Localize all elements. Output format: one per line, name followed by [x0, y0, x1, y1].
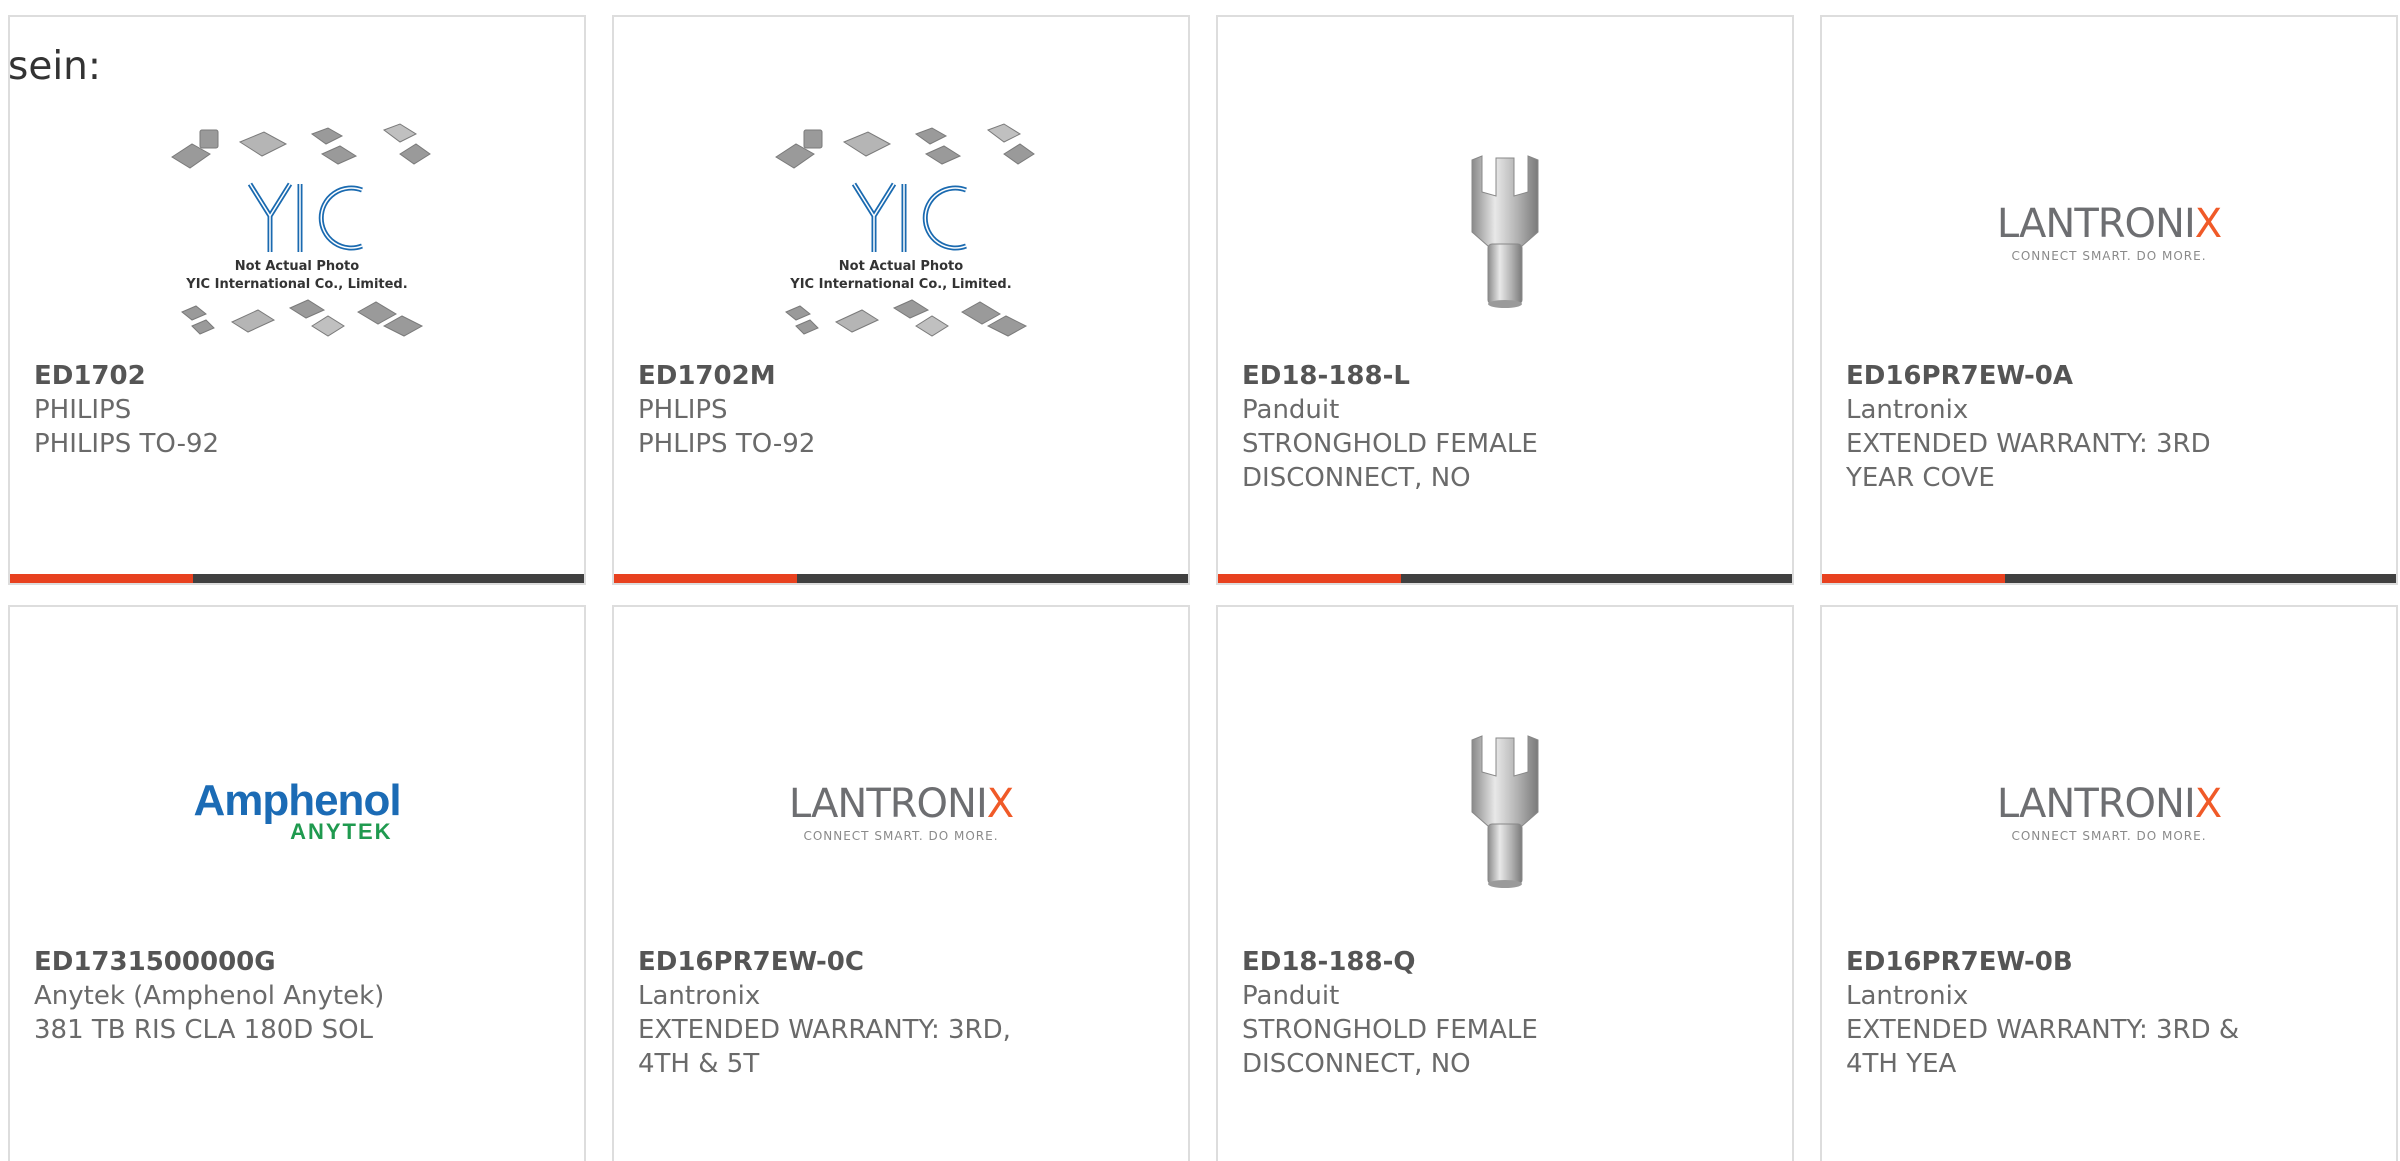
- part-number-link[interactable]: ED16PR7EW-0A: [1846, 359, 2266, 393]
- lantronix-logo: LANTRONIX CONNECT SMART. DO MORE.: [1996, 781, 2222, 843]
- terminal-connector-photo: [1471, 155, 1539, 308]
- lantronix-logo-text: LANTRONIX: [1996, 201, 2222, 247]
- yic-placeholder-image: Not Actual Photo YIC International Co., …: [171, 123, 431, 337]
- accent-fill: [10, 574, 193, 583]
- amphenol-logo-text: Amphenol: [193, 776, 401, 825]
- manufacturer: Lantronix: [1846, 981, 1969, 1011]
- product-image[interactable]: LANTRONIX CONNECT SMART. DO MORE.: [614, 677, 1188, 947]
- product-image[interactable]: LANTRONIX CONNECT SMART. DO MORE.: [1822, 677, 2396, 947]
- intro-text: sein:: [8, 44, 102, 89]
- description-line: EXTENDED WARRANTY: 3RD,: [638, 1015, 1011, 1045]
- description: 381 TB RIS CLA 180D SOL: [34, 1015, 374, 1045]
- lantronix-tagline: CONNECT SMART. DO MORE.: [2011, 829, 2207, 843]
- product-grid-page: sein: Not Actual Photo YIC International…: [0, 0, 2400, 1161]
- product-image[interactable]: LANTRONIX CONNECT SMART. DO MORE.: [1822, 97, 2396, 367]
- description-line: DISCONNECT, NO: [1242, 1049, 1471, 1079]
- part-number-link[interactable]: ED16PR7EW-0C: [638, 945, 1058, 979]
- card-accent-bar: [614, 574, 1188, 583]
- product-card[interactable]: ED18-188-L Panduit STRONGHOLD FEMALE DIS…: [1216, 15, 1794, 585]
- yic-caption-2: YIC International Co., Limited.: [789, 277, 1011, 292]
- product-card[interactable]: LANTRONIX CONNECT SMART. DO MORE. ED16PR…: [1820, 15, 2398, 585]
- description-line: STRONGHOLD FEMALE: [1242, 429, 1538, 459]
- product-info: ED18-188-Q Panduit STRONGHOLD FEMALE DIS…: [1242, 945, 1662, 1081]
- accent-fill: [1822, 574, 2005, 583]
- yic-caption-1: Not Actual Photo: [235, 259, 359, 274]
- lantronix-x-letter: X: [986, 781, 1014, 827]
- lantronix-logo: LANTRONIX CONNECT SMART. DO MORE.: [1996, 201, 2222, 263]
- lantronix-logo-text: LANTRONIX: [1996, 781, 2222, 827]
- manufacturer: Lantronix: [1846, 395, 1969, 425]
- yic-caption-1: Not Actual Photo: [839, 259, 963, 274]
- part-number-link[interactable]: ED1702M: [638, 359, 1058, 393]
- yic-caption-2: YIC International Co., Limited.: [185, 277, 407, 292]
- lantronix-tagline: CONNECT SMART. DO MORE.: [803, 829, 999, 843]
- product-info: ED16PR7EW-0A Lantronix EXTENDED WARRANTY…: [1846, 359, 2266, 495]
- yic-placeholder-image: Not Actual Photo YIC International Co., …: [775, 123, 1035, 337]
- card-accent-bar: [1218, 574, 1792, 583]
- product-image[interactable]: Not Actual Photo YIC International Co., …: [614, 97, 1188, 367]
- product-card[interactable]: Not Actual Photo YIC International Co., …: [8, 15, 586, 585]
- amphenol-anytek-logo: Amphenol ANYTEK: [193, 776, 401, 843]
- product-image[interactable]: Not Actual Photo YIC International Co., …: [10, 97, 584, 367]
- product-image[interactable]: Amphenol ANYTEK: [10, 677, 584, 947]
- description-line: EXTENDED WARRANTY: 3RD &: [1846, 1015, 2240, 1045]
- lantronix-x-letter: X: [2194, 781, 2222, 827]
- description-line: DISCONNECT, NO: [1242, 463, 1471, 493]
- card-accent-bar: [1822, 574, 2396, 583]
- description-line: EXTENDED WARRANTY: 3RD: [1846, 429, 2211, 459]
- description: PHLIPS TO-92: [638, 429, 816, 459]
- lantronix-logo: LANTRONIX CONNECT SMART. DO MORE.: [788, 781, 1014, 843]
- description-line: YEAR COVE: [1846, 463, 1995, 493]
- product-card[interactable]: LANTRONIX CONNECT SMART. DO MORE. ED16PR…: [612, 605, 1190, 1161]
- product-info: ED16PR7EW-0B Lantronix EXTENDED WARRANTY…: [1846, 945, 2266, 1081]
- product-info: ED1702 PHILIPS PHILIPS TO-92: [34, 359, 454, 461]
- manufacturer: PHLIPS: [638, 395, 728, 425]
- part-number-link[interactable]: ED16PR7EW-0B: [1846, 945, 2266, 979]
- card-accent-bar: [10, 574, 584, 583]
- manufacturer: Panduit: [1242, 395, 1340, 425]
- product-info: ED18-188-L Panduit STRONGHOLD FEMALE DIS…: [1242, 359, 1662, 495]
- description-line: STRONGHOLD FEMALE: [1242, 1015, 1538, 1045]
- product-image[interactable]: [1218, 97, 1792, 367]
- manufacturer: Anytek (Amphenol Anytek): [34, 981, 385, 1011]
- product-card[interactable]: LANTRONIX CONNECT SMART. DO MORE. ED16PR…: [1820, 605, 2398, 1161]
- part-number-link[interactable]: ED1702: [34, 359, 454, 393]
- product-card[interactable]: ED18-188-Q Panduit STRONGHOLD FEMALE DIS…: [1216, 605, 1794, 1161]
- lantronix-logo-text: LANTRONIX: [788, 781, 1014, 827]
- manufacturer: Panduit: [1242, 981, 1340, 1011]
- manufacturer: Lantronix: [638, 981, 761, 1011]
- part-number-link[interactable]: ED18-188-L: [1242, 359, 1662, 393]
- product-info: ED1731500000G Anytek (Amphenol Anytek) 3…: [34, 945, 454, 1047]
- description: PHILIPS TO-92: [34, 429, 220, 459]
- lantronix-tagline: CONNECT SMART. DO MORE.: [2011, 249, 2207, 263]
- product-info: ED16PR7EW-0C Lantronix EXTENDED WARRANTY…: [638, 945, 1058, 1081]
- part-number-link[interactable]: ED18-188-Q: [1242, 945, 1662, 979]
- part-number-link[interactable]: ED1731500000G: [34, 945, 454, 979]
- manufacturer: PHILIPS: [34, 395, 132, 425]
- lantronix-x-letter: X: [2194, 201, 2222, 247]
- product-card[interactable]: Not Actual Photo YIC International Co., …: [612, 15, 1190, 585]
- terminal-connector-photo: [1471, 735, 1539, 888]
- product-image[interactable]: [1218, 677, 1792, 947]
- product-info: ED1702M PHLIPS PHLIPS TO-92: [638, 359, 1058, 461]
- accent-fill: [1218, 574, 1401, 583]
- description-line: 4TH & 5T: [638, 1049, 760, 1079]
- product-card[interactable]: Amphenol ANYTEK ED1731500000G Anytek (Am…: [8, 605, 586, 1161]
- description-line: 4TH YEA: [1846, 1049, 1957, 1079]
- accent-fill: [614, 574, 797, 583]
